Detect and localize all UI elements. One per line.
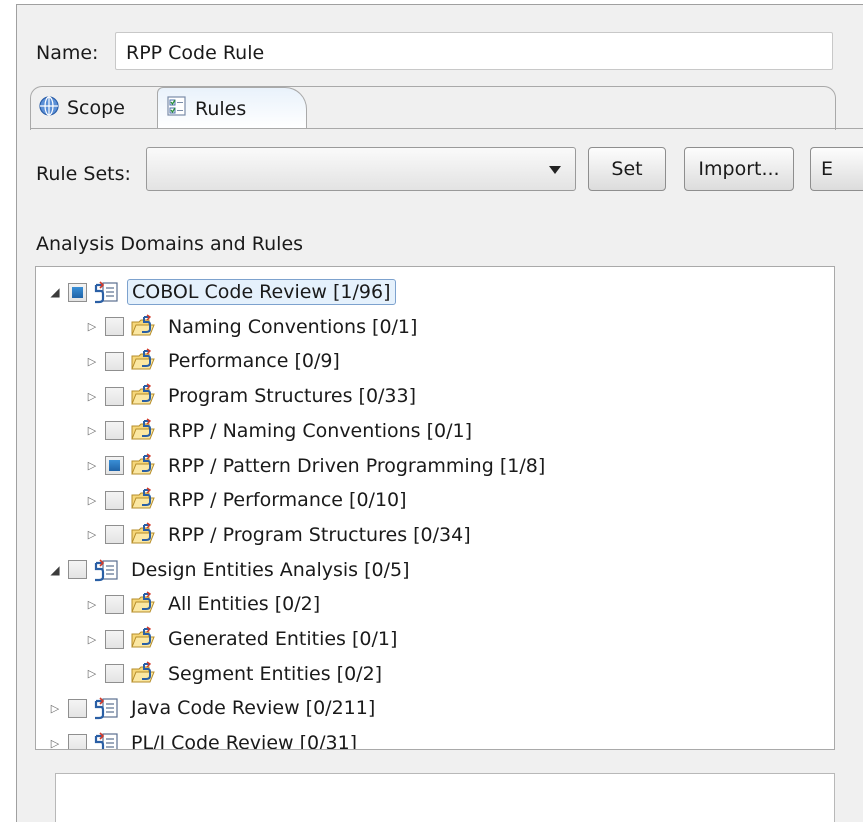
tree-row[interactable]: ▷ RPP / Program Structures [0/34] <box>83 518 475 552</box>
rule-sets-label: Rule Sets: <box>36 163 131 185</box>
tree-row[interactable]: ◢ COBOL Code Review [1/96] <box>46 275 396 309</box>
rule-sets-dropdown[interactable] <box>146 147 576 191</box>
rules-checklist-icon <box>166 95 188 122</box>
code-review-icon <box>93 557 119 583</box>
tree-checkbox[interactable] <box>105 386 124 406</box>
name-label: Name: <box>36 42 99 64</box>
tree-row[interactable]: ◢ Design Entities Analysis [0/5] <box>46 553 414 587</box>
tree-item-label: All Entities [0/2] <box>168 593 321 616</box>
tree-checkbox[interactable] <box>105 351 124 371</box>
tree-checkbox[interactable] <box>68 698 87 718</box>
tree-checkbox[interactable] <box>105 629 124 649</box>
rule-description-box <box>55 773 835 822</box>
collapsed-arrow-icon[interactable]: ▷ <box>83 657 101 691</box>
folder-rule-icon <box>130 487 156 513</box>
folder-rule-icon <box>130 383 156 409</box>
import-button[interactable]: Import... <box>684 147 794 191</box>
tree-item-label: Naming Conventions [0/1] <box>168 315 418 338</box>
tree-row[interactable]: ▷ Performance [0/9] <box>83 344 344 378</box>
folder-rule-icon <box>130 522 156 548</box>
tree-row[interactable]: ▷ PL/I Code Review [0/31] <box>46 726 361 750</box>
name-input[interactable]: RPP Code Rule <box>115 32 833 70</box>
tab-rules[interactable]: Rules <box>157 87 307 129</box>
folder-rule-icon <box>130 348 156 374</box>
export-button[interactable]: E <box>810 147 863 191</box>
tree-row[interactable]: ▷ Naming Conventions [0/1] <box>83 310 421 344</box>
tree-item-label: Program Structures [0/33] <box>168 385 417 408</box>
folder-rule-icon <box>130 452 156 479</box>
folder-rule-icon <box>130 418 156 444</box>
tree-item-label: Java Code Review [0/211] <box>131 697 376 720</box>
collapsed-arrow-icon[interactable]: ▷ <box>83 449 101 483</box>
tree-checkbox[interactable] <box>105 594 124 614</box>
folder-rule-icon <box>130 314 156 340</box>
tree-checkbox[interactable] <box>105 317 124 337</box>
tree-row[interactable]: ▷ RPP / Performance [0/10] <box>83 483 411 517</box>
collapsed-arrow-icon[interactable]: ▷ <box>83 483 101 517</box>
collapsed-arrow-icon[interactable]: ▷ <box>83 344 101 378</box>
tree-row[interactable]: ▷ Program Structures [0/33] <box>83 379 420 413</box>
globe-icon <box>38 95 60 122</box>
tab-content-border <box>30 128 863 129</box>
tree-item-label: RPP / Performance [0/10] <box>168 489 407 512</box>
collapsed-arrow-icon[interactable]: ▷ <box>83 310 101 344</box>
expanded-arrow-icon[interactable]: ◢ <box>46 553 64 587</box>
collapsed-arrow-icon[interactable]: ▷ <box>83 587 101 621</box>
tree-row[interactable]: ▷ Generated Entities [0/1] <box>83 622 401 656</box>
tree-item-label: Performance [0/9] <box>168 350 340 373</box>
tree-checkbox[interactable] <box>105 456 124 475</box>
analysis-domains-label: Analysis Domains and Rules <box>36 233 304 255</box>
tree-checkbox[interactable] <box>105 490 124 510</box>
tree-row[interactable]: ▷ All Entities [0/2] <box>83 587 324 621</box>
tree-item-label: RPP / Program Structures [0/34] <box>168 523 471 546</box>
tree-row[interactable]: ▷ RPP / Pattern Driven Programming [1/8] <box>83 449 549 483</box>
rules-tree[interactable]: ◢ COBOL Code Review [1/96] ▷ Naming Convent… <box>35 266 835 750</box>
collapsed-arrow-icon[interactable]: ▷ <box>83 518 101 552</box>
tree-row[interactable]: ▷ Segment Entities [0/2] <box>83 657 386 691</box>
tree-checkbox[interactable] <box>68 560 87 580</box>
tab-scope-label: Scope <box>67 97 125 119</box>
tree-item-label: Generated Entities [0/1] <box>168 628 398 650</box>
tree-checkbox[interactable] <box>105 421 124 441</box>
tree-item-label: COBOL Code Review [1/96] <box>127 279 396 305</box>
collapsed-arrow-icon[interactable]: ▷ <box>83 414 101 448</box>
tree-item-label: RPP / Naming Conventions [0/1] <box>168 419 473 442</box>
code-review-icon <box>93 279 119 305</box>
collapsed-arrow-icon[interactable]: ▷ <box>46 726 64 749</box>
tree-item-label: PL/I Code Review [0/31] <box>131 732 358 750</box>
tab-scope[interactable]: Scope <box>38 88 156 128</box>
tree-checkbox[interactable] <box>105 664 124 684</box>
tree-checkbox[interactable] <box>68 733 87 749</box>
tree-row[interactable]: ▷ RPP / Naming Conventions [0/1] <box>83 414 476 448</box>
tree-checkbox[interactable] <box>68 282 87 302</box>
tree-item-label: Design Entities Analysis [0/5] <box>131 558 410 581</box>
folder-rule-icon <box>130 591 156 617</box>
collapsed-arrow-icon[interactable]: ▷ <box>83 379 101 413</box>
tab-rules-label: Rules <box>195 97 247 120</box>
tree-item-label: RPP / Pattern Driven Programming [1/8] <box>168 454 546 477</box>
expanded-arrow-icon[interactable]: ◢ <box>46 275 64 309</box>
dropdown-arrow-icon <box>549 166 561 174</box>
tree-checkbox[interactable] <box>105 525 124 545</box>
set-button[interactable]: Set <box>588 147 666 191</box>
folder-rule-icon <box>130 661 156 687</box>
tree-row[interactable]: ▷ Java Code Review [0/211] <box>46 691 379 725</box>
collapsed-arrow-icon[interactable]: ▷ <box>46 691 64 725</box>
folder-rule-icon <box>130 626 156 652</box>
tree-item-label: Segment Entities [0/2] <box>168 662 383 685</box>
code-review-icon <box>93 695 119 721</box>
collapsed-arrow-icon[interactable]: ▷ <box>83 622 101 656</box>
code-review-icon <box>93 730 119 749</box>
